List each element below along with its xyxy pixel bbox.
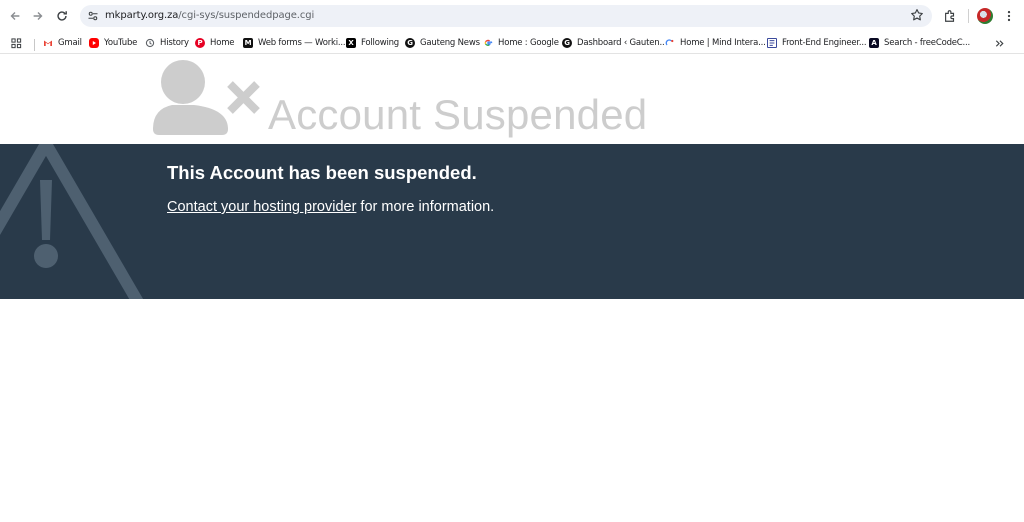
apps-button[interactable] bbox=[11, 35, 22, 51]
bookmark-pinterest-home[interactable]: P Home bbox=[195, 35, 235, 51]
url-text: mkparty.org.za/cgi-sys/suspendedpage.cgi bbox=[105, 10, 314, 21]
freecodecamp-icon: A bbox=[869, 38, 879, 48]
bookmark-home-google[interactable]: Home : Google bbox=[483, 35, 559, 51]
user-removed-icon bbox=[153, 60, 260, 135]
gmail-icon bbox=[43, 38, 53, 48]
bookmark-front-end-engineer[interactable]: Front-End Engineer... bbox=[767, 35, 867, 51]
more-bookmarks-button[interactable] bbox=[994, 35, 1005, 51]
double-chevron-icon bbox=[995, 39, 1004, 47]
menu-button[interactable] bbox=[999, 6, 1019, 26]
bookmark-web-forms[interactable]: M Web forms — Worki... bbox=[243, 35, 346, 51]
bookmark-label: Following bbox=[361, 38, 400, 48]
url-host: mkparty.org.za bbox=[105, 10, 179, 21]
page-content: Account Suspended This Account has been … bbox=[0, 55, 1024, 522]
address-bar[interactable]: mkparty.org.za/cgi-sys/suspendedpage.cgi bbox=[80, 5, 932, 27]
apps-grid-icon bbox=[11, 37, 22, 48]
bookmark-label: Front-End Engineer... bbox=[782, 38, 867, 48]
gauteng-news-icon: G bbox=[405, 38, 415, 48]
extensions-button[interactable] bbox=[940, 6, 960, 26]
bookmark-label: Home bbox=[210, 38, 235, 48]
back-arrow-icon bbox=[10, 12, 20, 20]
bookmark-label: Dashboard ‹ Gauten... bbox=[577, 38, 667, 48]
bookmark-dashboard[interactable]: G Dashboard ‹ Gauten... bbox=[562, 35, 667, 51]
x-icon: X bbox=[346, 38, 356, 48]
bookmark-label: Gmail bbox=[58, 38, 82, 48]
youtube-icon bbox=[89, 38, 99, 48]
webforms-icon: M bbox=[243, 38, 253, 48]
back-button[interactable] bbox=[5, 6, 25, 26]
bookmark-label: Gauteng News bbox=[420, 38, 480, 48]
page-headline: Account Suspended bbox=[268, 91, 648, 138]
bookmark-label: Home | Mind Intera... bbox=[680, 38, 766, 48]
message-suffix: for more information. bbox=[356, 199, 495, 215]
dashboard-icon: G bbox=[562, 38, 572, 48]
suspension-banner: This Account has been suspended. Contact… bbox=[0, 144, 1024, 299]
mind-icon bbox=[665, 38, 675, 48]
suspended-header: Account Suspended bbox=[0, 55, 1024, 144]
toolbar-divider bbox=[968, 9, 969, 23]
reload-icon bbox=[57, 11, 67, 21]
bookmark-following[interactable]: X Following bbox=[346, 35, 399, 51]
warning-triangle-icon bbox=[0, 144, 144, 299]
forward-arrow-icon bbox=[33, 12, 43, 20]
pinterest-icon: P bbox=[195, 38, 205, 48]
url-path: /cgi-sys/suspendedpage.cgi bbox=[178, 10, 315, 21]
bookmarks-separator bbox=[34, 39, 35, 51]
history-icon bbox=[145, 38, 155, 48]
bookmark-freecodecamp[interactable]: A Search - freeCodeC... bbox=[869, 35, 970, 51]
browser-toolbar: mkparty.org.za/cgi-sys/suspendedpage.cgi bbox=[0, 0, 1024, 32]
bookmark-mind-interactive[interactable]: Home | Mind Intera... bbox=[665, 35, 766, 51]
contact-hosting-link[interactable]: Contact your hosting provider bbox=[167, 199, 356, 215]
reload-button[interactable] bbox=[52, 6, 72, 26]
bookmark-label: Search - freeCodeC... bbox=[884, 38, 971, 48]
bookmark-gauteng-news[interactable]: G Gauteng News bbox=[405, 35, 480, 51]
bookmark-label: History bbox=[160, 38, 189, 48]
bookmark-label: Web forms — Worki... bbox=[258, 38, 346, 48]
puzzle-icon bbox=[945, 10, 955, 22]
site-info-icon[interactable] bbox=[84, 7, 102, 25]
bookmark-gmail[interactable]: Gmail bbox=[43, 35, 82, 51]
suspension-message: Contact your hosting provider for more i… bbox=[167, 199, 494, 215]
bookmark-history[interactable]: History bbox=[145, 35, 189, 51]
frontend-icon bbox=[767, 38, 777, 48]
bookmark-label: YouTube bbox=[104, 38, 138, 48]
bookmark-label: Home : Google bbox=[498, 38, 559, 48]
forward-button[interactable] bbox=[28, 6, 48, 26]
bookmark-star-icon[interactable] bbox=[910, 8, 924, 27]
google-icon bbox=[483, 38, 493, 48]
suspension-title: This Account has been suspended. bbox=[167, 162, 477, 183]
bookmarks-bar: Gmail YouTube History P Home M Web forms… bbox=[0, 32, 1024, 54]
bookmark-youtube[interactable]: YouTube bbox=[89, 35, 137, 51]
profile-avatar[interactable] bbox=[977, 8, 993, 24]
kebab-menu-icon bbox=[1007, 10, 1011, 22]
